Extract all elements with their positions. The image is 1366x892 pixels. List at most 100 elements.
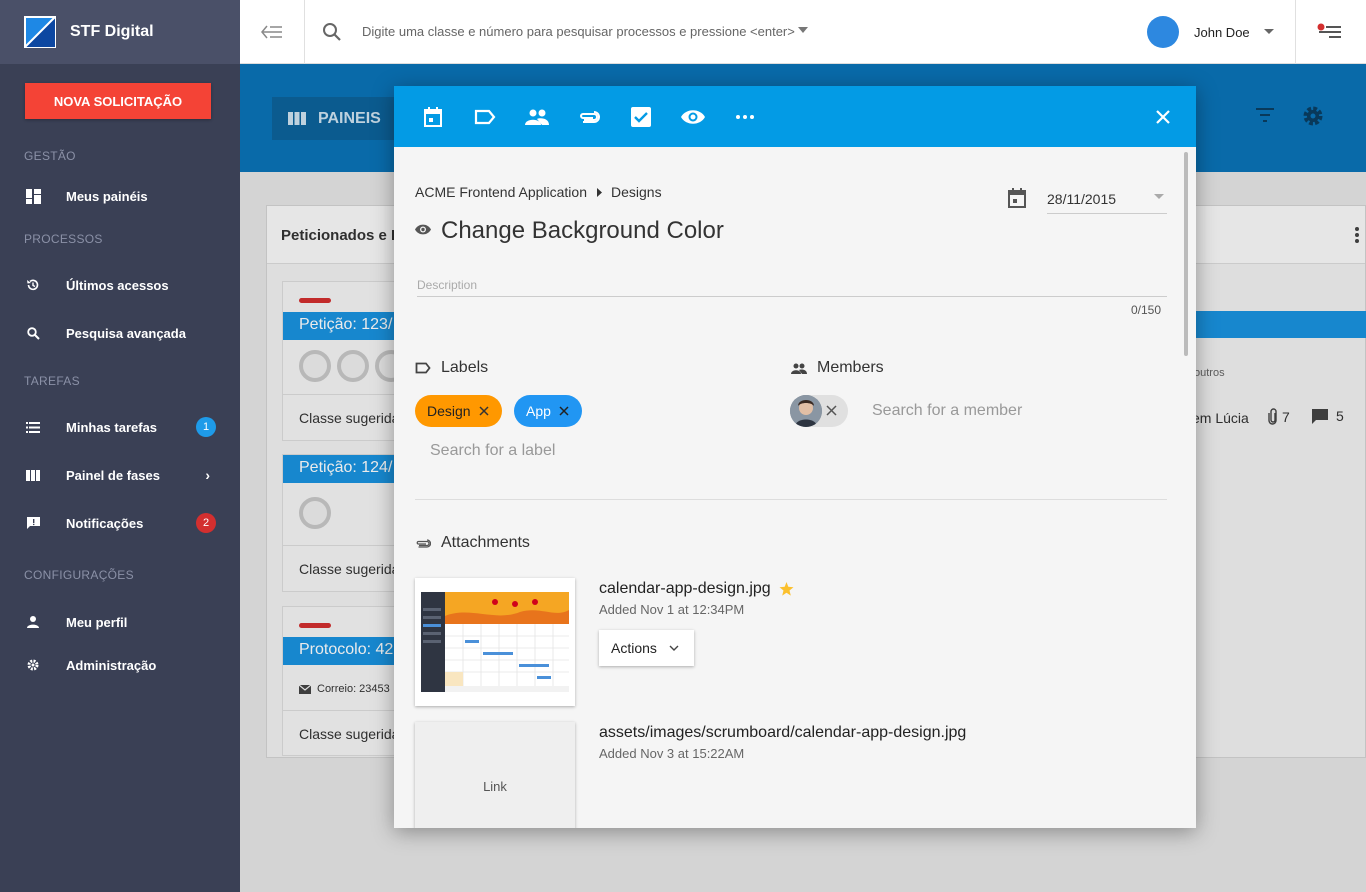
member-avatar (790, 395, 822, 427)
close-icon (1156, 110, 1170, 124)
sidebar-item-label: Meus painéis (66, 188, 148, 204)
due-date-button[interactable] (420, 104, 446, 130)
section-configuracoes: CONFIGURAÇÕES (24, 568, 134, 582)
notifications-count-badge: 2 (196, 513, 216, 533)
top-bar: Digite uma classe e número para pesquisa… (240, 0, 1366, 64)
caret-down-icon[interactable] (1264, 29, 1274, 34)
section-tarefas: TAREFAS (24, 374, 80, 388)
history-icon (25, 277, 41, 293)
gear-icon (25, 657, 41, 673)
attachments-heading: Attachments (415, 534, 530, 552)
label-chip-text: App (526, 403, 551, 419)
sidebar-item-notificacoes[interactable]: Notificações 2 (0, 503, 240, 543)
collapse-menu-icon (261, 25, 282, 39)
sidebar-item-painel-de-fases[interactable]: Painel de fases › (0, 455, 240, 495)
avatar[interactable] (1147, 16, 1179, 48)
card-title[interactable]: Change Background Color (441, 217, 724, 245)
member-search-input[interactable]: Search for a member (872, 402, 1022, 420)
new-request-button[interactable]: NOVA SOLICITAÇÃO (25, 83, 211, 119)
sidebar-item-meu-perfil[interactable]: Meu perfil (0, 602, 240, 642)
sidebar-item-label: Minhas tarefas (66, 419, 158, 435)
attachment-button[interactable] (576, 104, 602, 130)
checklist-button[interactable] (628, 104, 654, 130)
chevron-right-icon: › (205, 467, 210, 483)
actions-dropdown-button[interactable]: Actions (599, 630, 694, 666)
checkbox-icon (631, 107, 651, 127)
user-name[interactable]: John Doe (1194, 25, 1250, 40)
sidebar-item-meus-paineis[interactable]: Meus painéis (0, 176, 240, 216)
link-preview-label: Link (483, 778, 507, 794)
attachment-name: calendar-app-design.jpg (599, 580, 794, 598)
remove-icon[interactable] (826, 405, 837, 416)
dialog-toolbar (394, 86, 1196, 147)
label-icon (415, 362, 431, 374)
caret-down-icon[interactable] (1154, 194, 1164, 199)
attachment-name-text[interactable]: assets/images/scrumboard/calendar-app-de… (599, 724, 966, 742)
label-chip-app[interactable]: App (514, 395, 582, 427)
label-chip-text: Design (427, 403, 471, 419)
sidebar-item-label: Pesquisa avançada (66, 325, 186, 341)
sidebar-item-label: Meu perfil (66, 614, 128, 630)
sidebar-item-label: Painel de fases (66, 467, 160, 483)
sidebar-item-label: Últimos acessos (66, 277, 169, 293)
divider (1295, 0, 1296, 64)
link-preview-thumbnail[interactable]: Link (415, 722, 575, 828)
notifications-list-icon[interactable] (1315, 20, 1343, 42)
calendar-icon[interactable] (1008, 188, 1026, 208)
caret-down-icon[interactable] (798, 27, 808, 33)
due-date-underline (1047, 213, 1167, 214)
section-processos: PROCESSOS (24, 232, 103, 246)
members-button[interactable] (524, 104, 550, 130)
labels-heading-text: Labels (441, 359, 489, 376)
subscribe-button[interactable] (680, 104, 706, 130)
brand-name: STF Digital (70, 23, 154, 40)
breadcrumb: ACME Frontend Application Designs (415, 184, 662, 200)
description-field[interactable]: Description (417, 278, 477, 292)
breadcrumb-list[interactable]: Designs (611, 184, 662, 200)
char-counter: 0/150 (1131, 303, 1162, 317)
sidebar-item-pesquisa-avancada[interactable]: Pesquisa avançada (0, 313, 240, 353)
sidebar-item-label: Notificações (66, 515, 144, 531)
list-icon (25, 419, 41, 435)
search-icon[interactable] (320, 20, 344, 44)
calendar-icon (424, 107, 442, 127)
close-dialog-button[interactable] (1150, 104, 1176, 130)
remove-icon[interactable] (559, 406, 569, 416)
attachment-name-text[interactable]: calendar-app-design.jpg (599, 580, 771, 598)
attachments-heading-text: Attachments (441, 534, 530, 551)
search-input[interactable]: Digite uma classe e número para pesquisa… (362, 24, 795, 39)
due-date-field[interactable]: 28/11/2015 (1047, 191, 1116, 207)
sidebar-item-ultimos-acessos[interactable]: Últimos acessos (0, 265, 240, 305)
dashboard-icon (25, 188, 41, 204)
attachment-thumbnail[interactable] (415, 578, 575, 706)
stf-logo-icon (24, 16, 56, 48)
sidebar-item-administracao[interactable]: Administração (0, 645, 240, 685)
search-icon (25, 325, 41, 341)
card-dialog: ACME Frontend Application Designs 28/11/… (394, 86, 1196, 828)
actions-label: Actions (611, 640, 657, 656)
member-chip[interactable] (790, 395, 848, 427)
sidebar-item-minhas-tarefas[interactable]: Minhas tarefas 1 (0, 407, 240, 447)
members-heading: Members (791, 359, 884, 377)
labels-button[interactable] (472, 104, 498, 130)
eye-icon (681, 110, 705, 124)
label-search-input[interactable]: Search for a label (430, 442, 555, 460)
label-chip-design[interactable]: Design (415, 395, 502, 427)
people-icon (791, 363, 807, 374)
brand-header: STF Digital (0, 0, 240, 64)
remove-icon[interactable] (479, 406, 489, 416)
more-options-button[interactable] (732, 104, 758, 130)
columns-icon (25, 467, 41, 483)
chevron-right-icon (596, 187, 602, 197)
section-divider (415, 499, 1167, 500)
scrollbar[interactable] (1184, 152, 1188, 356)
attachment-date: Added Nov 3 at 15:22AM (599, 746, 745, 761)
star-icon[interactable] (779, 582, 794, 596)
collapse-sidebar-button[interactable] (240, 0, 305, 64)
breadcrumb-project[interactable]: ACME Frontend Application (415, 184, 587, 200)
person-icon (25, 614, 41, 630)
attachment-date: Added Nov 1 at 12:34PM (599, 602, 745, 617)
sidebar: STF Digital NOVA SOLICITAÇÃO GESTÃO Meus… (0, 0, 240, 892)
feedback-icon (25, 515, 41, 531)
attachment-icon (580, 111, 600, 123)
